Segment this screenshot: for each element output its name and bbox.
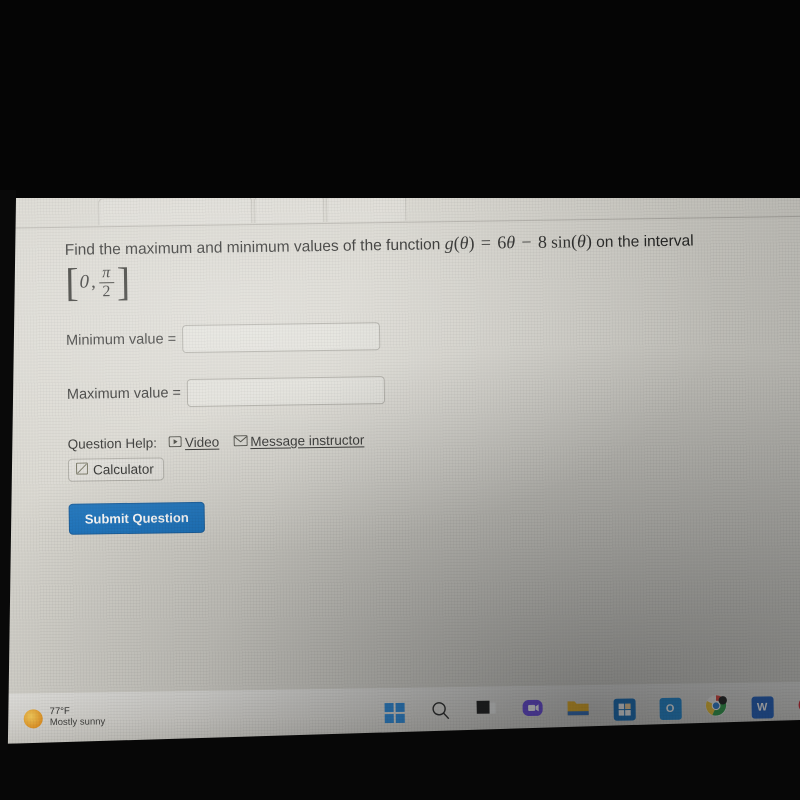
calculator-icon [75, 462, 89, 478]
message-instructor-link[interactable]: Message instructor [233, 433, 364, 450]
term1-variable: θ [506, 232, 516, 253]
opera-button[interactable] [794, 693, 800, 720]
submit-question-label: Submit Question [84, 510, 189, 527]
play-icon [168, 435, 183, 450]
search-button[interactable] [426, 699, 453, 726]
photo-top-border [0, 0, 800, 198]
windows-logo-icon [384, 702, 405, 724]
chat-bubble-icon [521, 698, 543, 723]
minimum-value-label: Minimum value = [66, 331, 177, 350]
maximum-value-label: Maximum value = [66, 385, 182, 404]
interval-lower-bound: 0 [79, 271, 90, 294]
outlook-button[interactable]: O [656, 695, 683, 722]
equals-sign: = [480, 232, 492, 253]
bracket-open: [ [64, 259, 79, 306]
start-button[interactable] [380, 699, 407, 726]
browser-tab[interactable] [254, 194, 325, 224]
calculator-button-label: Calculator [92, 461, 154, 478]
term2-function: sin [551, 232, 572, 252]
task-view-icon [476, 700, 496, 723]
prompt-prefix: Find the maximum and minimum values of t… [64, 236, 441, 259]
sun-icon [23, 708, 43, 728]
interval-notation: [ 0, π 2 ] [64, 259, 131, 306]
word-button[interactable]: W [748, 694, 775, 721]
weather-text: 77°F Mostly sunny [50, 706, 106, 729]
browser-page: Find the maximum and minimum values of t… [0, 186, 800, 698]
taskbar-icons: O W [380, 693, 800, 727]
chrome-button[interactable] [702, 695, 729, 722]
message-instructor-link-label: Message instructor [250, 432, 365, 450]
maximum-value-row: Maximum value = [67, 371, 767, 409]
submit-question-button[interactable]: Submit Question [68, 502, 205, 536]
calculator-button[interactable]: Calculator [67, 457, 164, 483]
function-name: g [444, 233, 454, 254]
term2-coefficient: 8 [537, 231, 548, 252]
browser-tab[interactable] [98, 196, 253, 226]
file-explorer-button[interactable] [564, 697, 591, 724]
monitor-screen: Find the maximum and minimum values of t… [0, 185, 800, 744]
minus-sign: − [521, 231, 532, 253]
question-help-row: Question Help: Video Message instructor [68, 427, 768, 452]
interval-separator: , [90, 271, 96, 293]
outlook-icon: O [658, 697, 682, 721]
outlook-icon-letter: O [665, 702, 675, 715]
folder-icon [566, 698, 589, 722]
weather-condition: Mostly sunny [49, 716, 106, 729]
word-icon-letter: W [756, 701, 768, 714]
function-arg: θ [459, 232, 469, 253]
minimum-value-input[interactable] [181, 322, 381, 354]
interval-upper-fraction: π 2 [98, 264, 115, 301]
term1-coefficient: 6 [497, 232, 507, 253]
search-icon [430, 700, 450, 725]
weather-widget[interactable]: 77°F Mostly sunny [23, 705, 185, 729]
question-help-label: Question Help: [67, 435, 158, 453]
minimum-value-row: Minimum value = [66, 317, 766, 355]
task-view-button[interactable] [472, 698, 499, 725]
chrome-icon [704, 694, 727, 722]
word-icon: W [750, 696, 774, 719]
bracket-close: ] [116, 259, 131, 305]
video-link[interactable]: Video [168, 434, 220, 451]
question-body: Find the maximum and minimum values of t… [64, 226, 769, 536]
microsoft-store-button[interactable] [610, 696, 637, 723]
question-prompt: Find the maximum and minimum values of t… [64, 231, 694, 259]
envelope-icon [233, 434, 248, 449]
store-icon [612, 698, 636, 721]
maximum-value-input[interactable] [186, 376, 386, 408]
prompt-suffix: on the interval [596, 232, 694, 251]
fraction-numerator: π [102, 264, 111, 282]
chat-button[interactable] [518, 697, 545, 724]
video-link-label: Video [184, 434, 220, 451]
fraction-denominator: 2 [102, 283, 111, 301]
photograph-of-monitor: Find the maximum and minimum values of t… [0, 0, 800, 800]
